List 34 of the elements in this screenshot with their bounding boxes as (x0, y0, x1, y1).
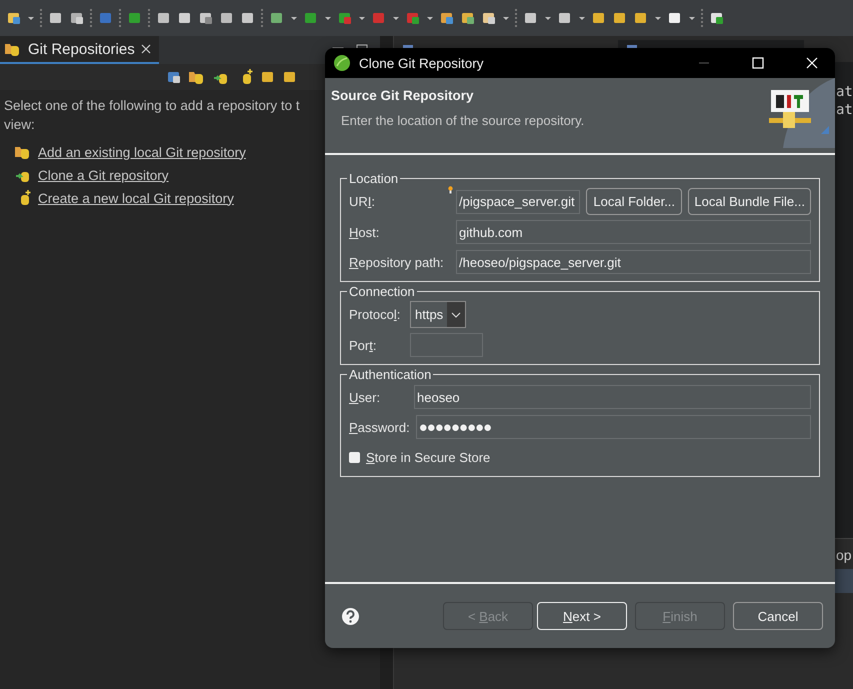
intro-text: Select one of the following to add a repository to t (4, 97, 300, 115)
checkbox-label: Store in Secure Store (366, 450, 490, 464)
group-title: Authentication (348, 367, 432, 382)
password-field[interactable]: ●●●●●●●●● (416, 415, 811, 439)
group-title: Connection (348, 284, 416, 299)
input-field[interactable]: /heoseo/pigspace_server.git (456, 250, 811, 274)
input-field[interactable]: heoseo (414, 385, 811, 409)
field-label: User: (349, 390, 382, 404)
field-label: URI: (349, 194, 376, 209)
wizard-button[interactable]: Next > (537, 602, 627, 630)
page-title: Source Git Repository (331, 88, 475, 103)
uri-field[interactable]: /pigspace_server.git (456, 190, 580, 214)
wizard-button[interactable]: Cancel (733, 602, 823, 630)
protocol-select[interactable]: https (410, 301, 466, 328)
browse-button[interactable]: Local Folder... (586, 188, 682, 215)
input-field[interactable]: github.com (456, 220, 811, 244)
tab-title: Git Repositories (28, 40, 135, 58)
browse-button[interactable]: Local Bundle File... (688, 188, 811, 215)
field-label: Password: (349, 420, 410, 434)
action-link[interactable]: Create a new local Git repository (38, 190, 234, 206)
intro-text: view: (4, 116, 35, 134)
group-title: Location (348, 171, 400, 186)
view-tab[interactable]: Git Repositories (0, 36, 159, 64)
field-label: Port: (349, 338, 378, 352)
action-link[interactable]: Clone a Git repository (38, 168, 169, 182)
field-label: Repository path: (349, 254, 445, 270)
code-line: at (836, 102, 853, 118)
code-line: at (836, 84, 853, 100)
field-label: Protocol: (349, 307, 402, 322)
page-message: Enter the location of the source repository. (340, 113, 584, 128)
window-title: Clone Git Repository (359, 56, 485, 70)
field-label: Host: (349, 224, 380, 240)
action-link[interactable]: Add an existing local Git repository (38, 144, 246, 160)
panel-title: op (835, 546, 853, 565)
